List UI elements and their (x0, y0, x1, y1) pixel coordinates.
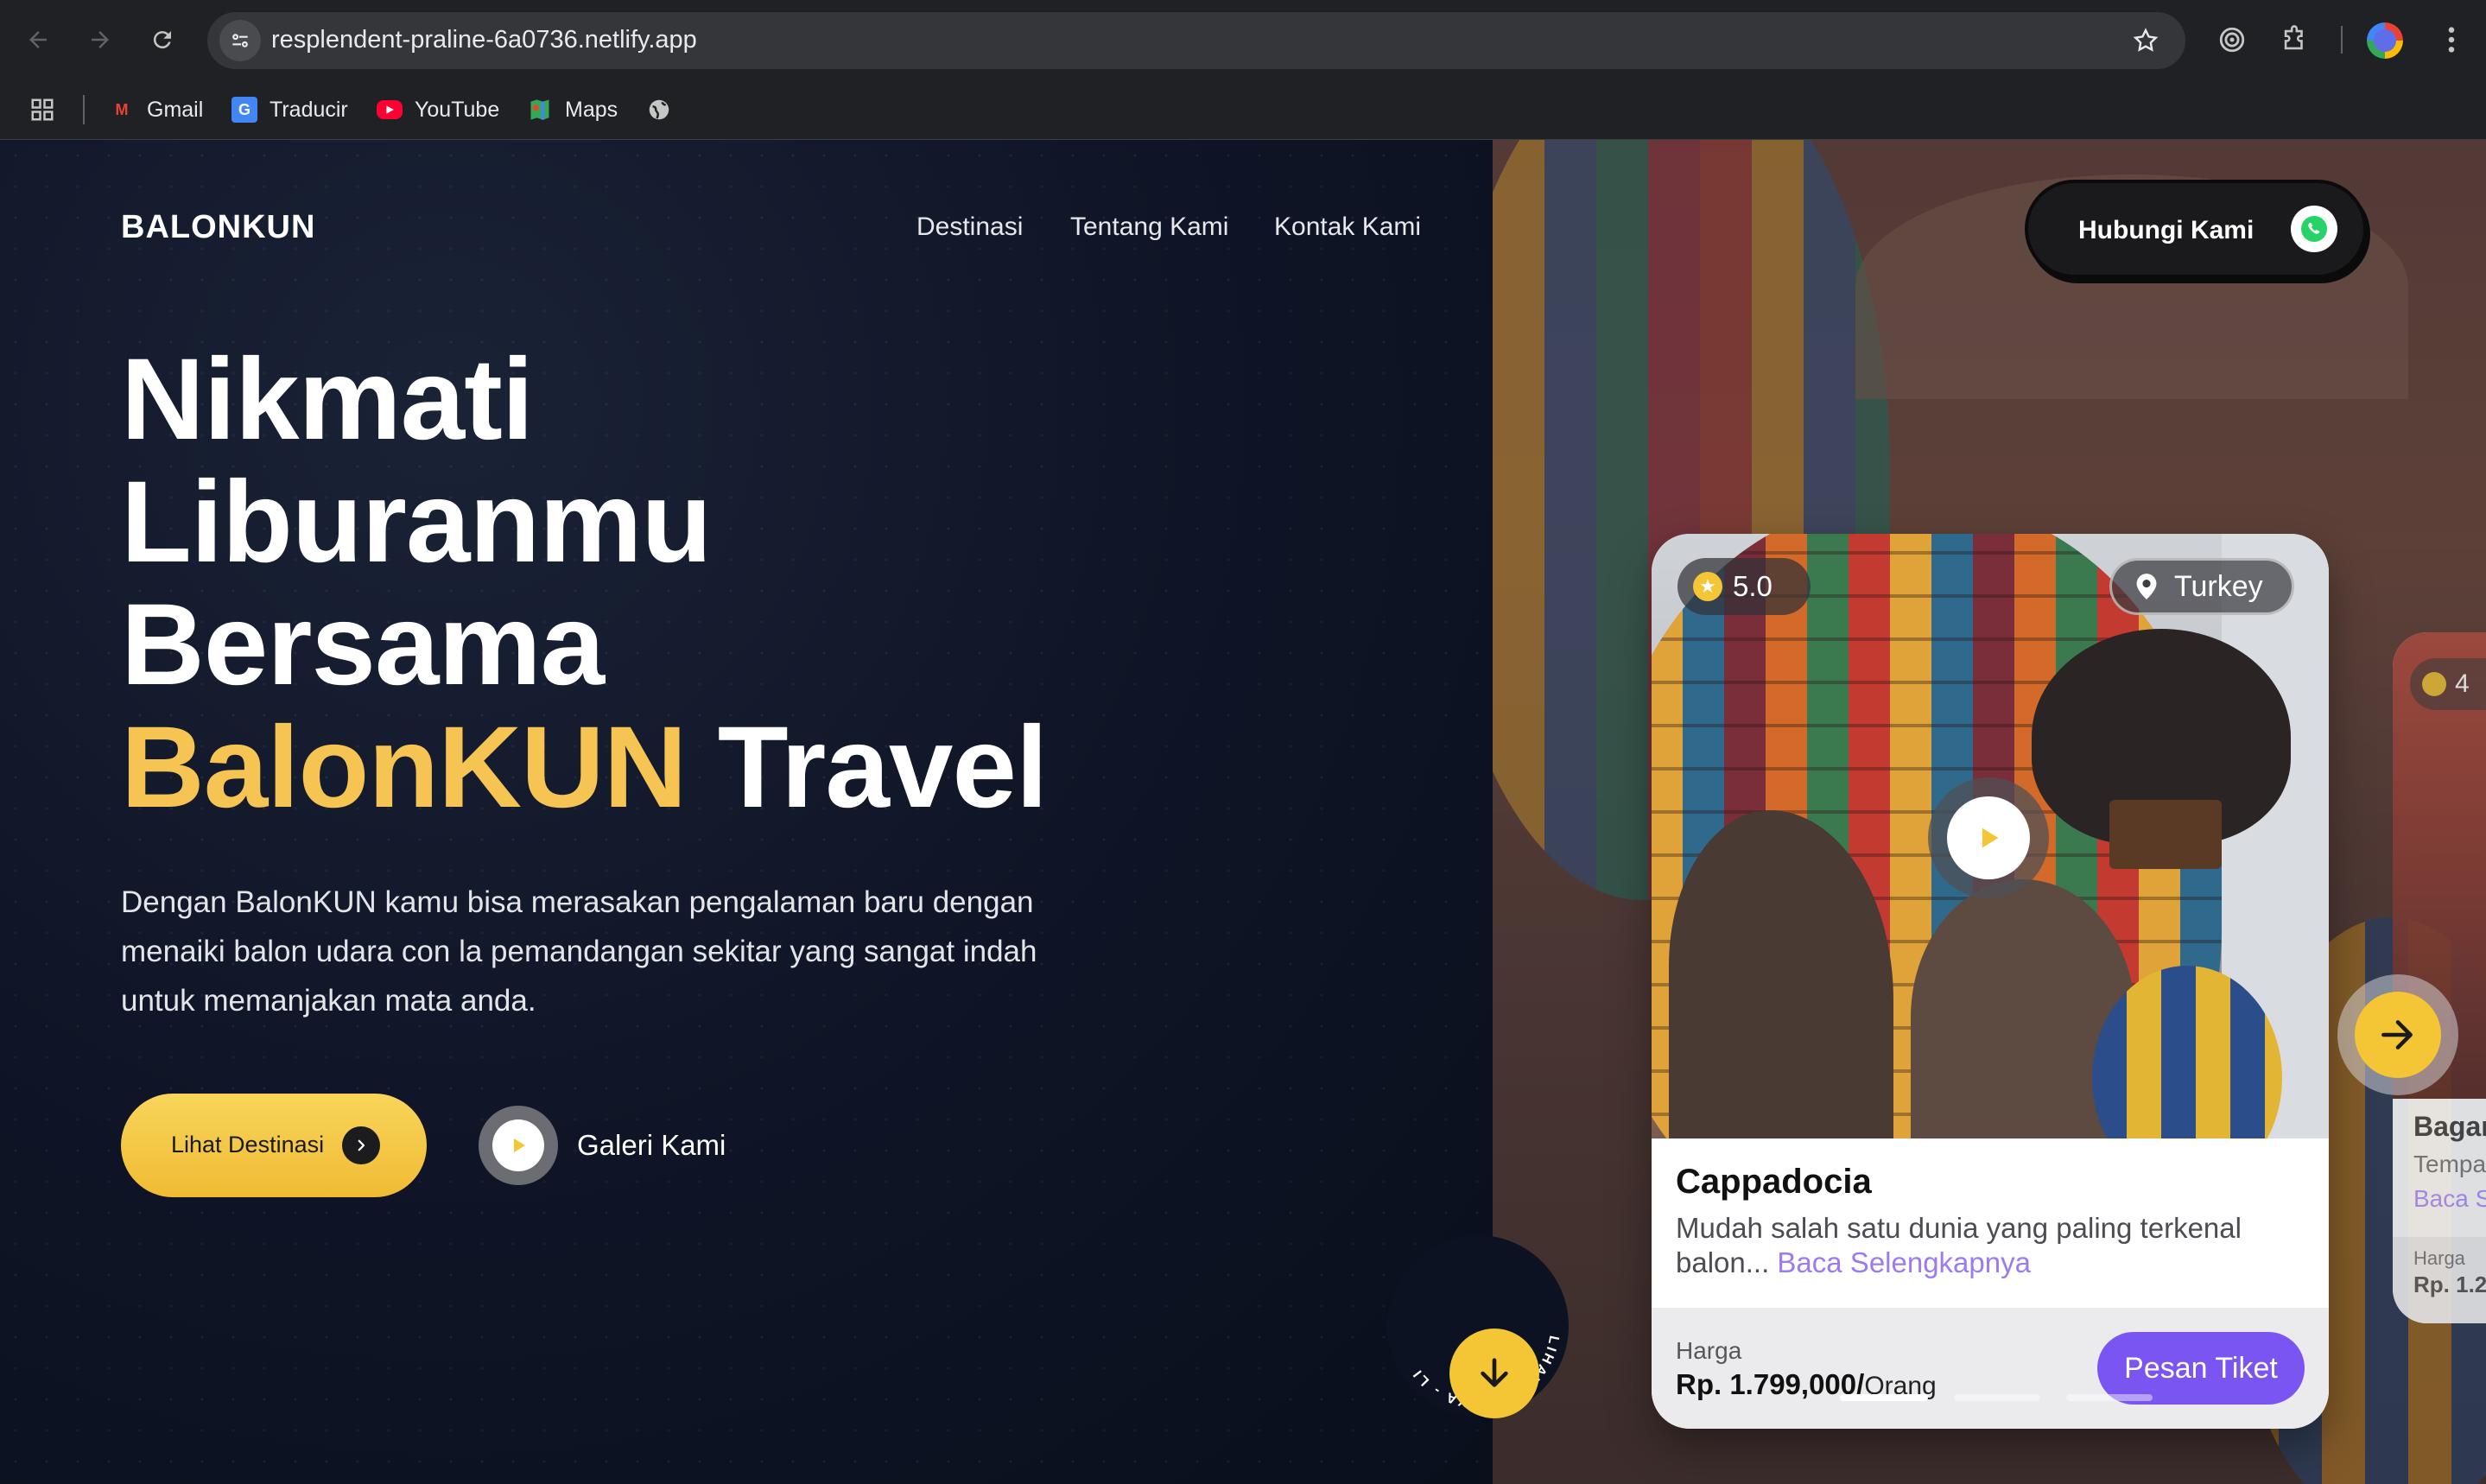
brand-logo[interactable]: BALONKUN (121, 209, 315, 246)
bookmark-label: Traducir (270, 97, 348, 122)
forward-button[interactable] (76, 16, 124, 64)
read-more-link[interactable]: Baca S (2413, 1185, 2486, 1213)
price-amount: Rp. 1.799,000/ (1676, 1368, 1865, 1400)
hero-title-line: Liburanmu (121, 458, 712, 587)
price-label: Harga (1676, 1337, 1742, 1364)
carousel-dot[interactable] (2066, 1394, 2153, 1401)
card-body: Cappadocia Mudah salah satu dunia yang p… (1652, 1138, 2329, 1308)
bookmark-youtube[interactable]: YouTube (377, 95, 499, 124)
price-value: Rp. 1.2 (2413, 1272, 2486, 1297)
apps-grid-icon[interactable] (29, 95, 55, 124)
location-text: Turkey (2174, 569, 2263, 603)
arrow-down-icon (1449, 1329, 1539, 1418)
contact-button-label: Hubungi Kami (2078, 216, 2255, 244)
hero-title-line: BalonKUN Travel (121, 707, 1048, 829)
forward-arrow-icon (92, 31, 109, 48)
translate-icon: G (231, 97, 257, 123)
maps-icon (527, 97, 553, 123)
toolbar-separator (2341, 26, 2343, 54)
rating-value: 5.0 (1733, 570, 1773, 602)
back-arrow-icon (29, 31, 47, 48)
arrow-right-icon (2355, 992, 2441, 1078)
bookmark-label: Maps (565, 97, 618, 122)
scroll-more-badge[interactable]: LIHAT LAINNYA - LI (1387, 1235, 1569, 1418)
extensions-puzzle-icon[interactable] (2274, 19, 2315, 60)
star-icon (2422, 672, 2446, 696)
chevron-right-icon (342, 1126, 380, 1164)
rating-pill: ★ 5.0 (1677, 558, 1811, 615)
whatsapp-icon (2291, 206, 2337, 252)
profile-avatar[interactable] (2367, 22, 2403, 59)
address-bar[interactable]: resplendent-praline-6a0736.netlify.app (207, 12, 2185, 69)
gallery-label: Galeri Kami (577, 1129, 726, 1161)
bookmark-star-icon[interactable] (2127, 22, 2165, 60)
destination-description: Tempat (2413, 1151, 2486, 1177)
location-pin-icon (2136, 574, 2157, 599)
play-icon (1947, 796, 2030, 879)
hero-title-rest: Travel (686, 703, 1048, 832)
rating-pill: 4 (2410, 658, 2486, 710)
carousel-dot[interactable] (1954, 1394, 2040, 1401)
youtube-icon (377, 100, 403, 119)
bookmarks-separator (83, 95, 85, 124)
destination-title: Cappadocia (1676, 1163, 1872, 1201)
hero-title-highlight: BalonKUN (121, 703, 688, 832)
nav-kontak-kami[interactable]: Kontak Kami (1274, 212, 1421, 242)
hero-title-line: Bersama (121, 580, 605, 709)
nav-destinasi[interactable]: Destinasi (916, 212, 1023, 242)
hero-description: Dengan BalonKUN kamu bisa merasakan peng… (121, 885, 1037, 1018)
browser-toolbar: resplendent-praline-6a0736.netlify.app (0, 0, 2486, 79)
destination-title: Bagan (2413, 1111, 2486, 1142)
destination-card[interactable]: ★ 5.0 Turkey Cappadocia Mudah salah satu… (1652, 534, 2329, 1429)
more-menu-icon[interactable] (2431, 19, 2472, 60)
web-page: BALONKUN Destinasi Tentang Kami Kontak K… (0, 140, 2486, 1484)
read-more-link[interactable]: Baca Selengkapnya (1777, 1246, 2031, 1278)
extension-target-icon[interactable] (2211, 19, 2253, 60)
cta-label: Lihat Destinasi (171, 1132, 325, 1157)
card-footer: Harga Rp. 1.799,000/Orang Pesan Tiket (1652, 1308, 2329, 1429)
carousel-dot-active[interactable] (1840, 1394, 1928, 1401)
bookmark-label: Gmail (147, 97, 204, 122)
location-pill: Turkey (2109, 558, 2294, 615)
star-icon: ★ (1693, 572, 1722, 601)
url-text[interactable]: resplendent-praline-6a0736.netlify.app (271, 26, 697, 54)
bookmark-label: YouTube (415, 97, 500, 122)
reload-button[interactable] (138, 16, 187, 64)
nav-tentang-kami[interactable]: Tentang Kami (1070, 212, 1228, 242)
hero-title-line: Nikmati (121, 335, 534, 464)
back-button[interactable] (14, 16, 62, 64)
hero-title: Nikmati Liburanmu Bersama BalonKUN Trave… (121, 335, 1048, 829)
carousel-next-button[interactable] (2337, 974, 2458, 1095)
contact-button[interactable]: Hubungi Kami (2025, 180, 2367, 278)
rating-value: 4 (2455, 669, 2470, 698)
gmail-icon: M (115, 100, 129, 118)
gallery-button[interactable]: Galeri Kami (479, 1106, 726, 1185)
reload-icon (153, 31, 171, 49)
bookmark-maps[interactable]: Maps (527, 95, 618, 124)
destination-description: Mudah salah satu dunia yang paling terke… (1676, 1211, 2306, 1280)
bookmark-traducir[interactable]: G Traducir (231, 95, 348, 124)
globe-icon[interactable] (646, 95, 672, 124)
play-icon (479, 1106, 558, 1185)
site-info-icon[interactable] (219, 20, 261, 61)
bookmarks-bar: M Gmail G Traducir YouTube Maps (0, 79, 2486, 140)
view-destinations-button[interactable]: Lihat Destinasi (121, 1094, 427, 1197)
video-play-button[interactable] (1928, 777, 2049, 898)
price-label: Harga (2413, 1247, 2465, 1269)
bookmark-gmail[interactable]: M Gmail (109, 95, 204, 124)
